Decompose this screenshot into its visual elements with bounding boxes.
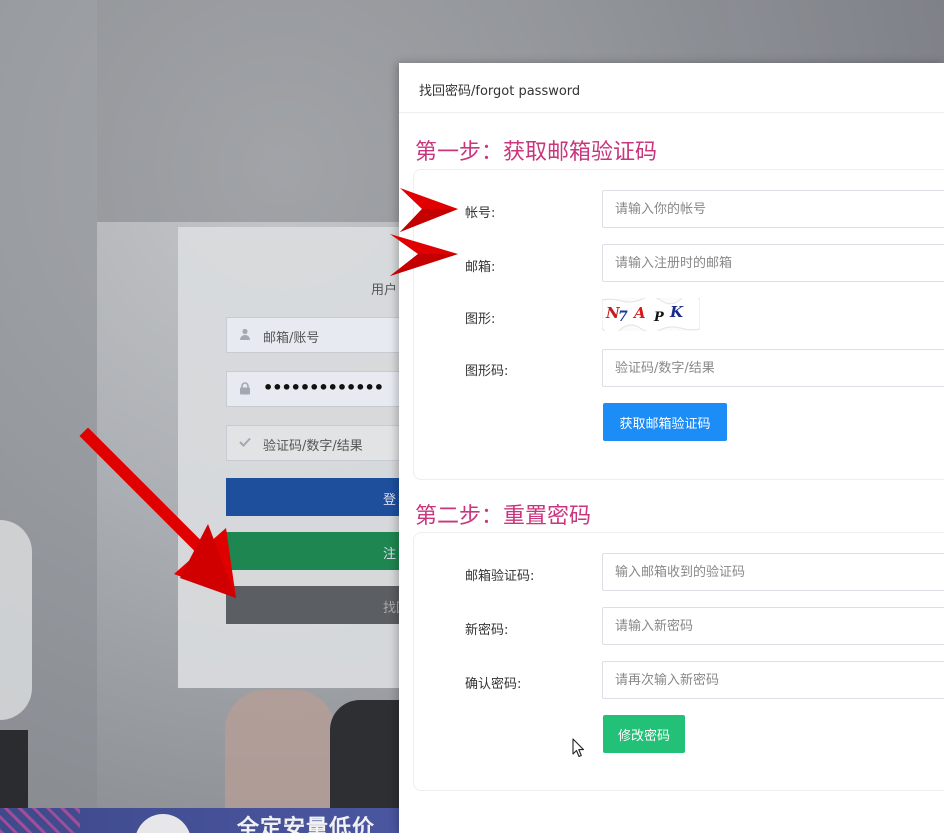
step2-heading: 第二步：重置密码 (415, 504, 592, 529)
email-label: 邮箱: (465, 260, 496, 275)
login-account-placeholder: 邮箱/账号 (263, 331, 320, 346)
login-button-label: 登 (383, 493, 397, 508)
new-password-label: 新密码: (465, 623, 509, 638)
banner-decoration (0, 808, 80, 833)
email-code-input[interactable] (602, 553, 944, 591)
background-figure (0, 730, 28, 808)
background-figure (330, 700, 400, 808)
login-password-value: ••••••••••••• (263, 378, 384, 397)
user-icon (239, 328, 251, 342)
find-password-button[interactable]: 找回 (226, 586, 426, 624)
red-arrow-annotation (79, 428, 236, 598)
modal-title: 找回密码/forgot password (419, 84, 581, 99)
forgot-password-modal: 找回密码/forgot password 第一步：获取邮箱验证码 帐号: 邮箱:… (399, 63, 944, 833)
login-captcha-field[interactable]: 验证码/数字/结果 (226, 425, 426, 461)
step1-heading: 第一步：获取邮箱验证码 (415, 140, 658, 165)
mouse-cursor-icon (572, 738, 585, 758)
captcha-code-input[interactable] (602, 349, 944, 387)
background-figure (0, 520, 32, 720)
svg-text:7: 7 (618, 309, 628, 325)
login-captcha-placeholder: 验证码/数字/结果 (263, 439, 363, 454)
modal-header: 找回密码/forgot password (399, 63, 944, 113)
svg-text:K: K (669, 303, 684, 321)
captcha-image-graphic: N 7 A P K (602, 298, 700, 331)
login-button[interactable]: 登 (226, 478, 426, 516)
register-button[interactable]: 注 (226, 532, 426, 570)
svg-text:A: A (632, 304, 646, 322)
login-password-field[interactable]: ••••••••••••• (226, 371, 426, 407)
confirm-password-label: 确认密码: (465, 677, 522, 692)
email-code-label: 邮箱验证码: (465, 569, 535, 584)
new-password-input[interactable] (602, 607, 944, 645)
login-title: 用户 (371, 283, 398, 298)
account-label: 帐号: (465, 206, 496, 221)
banner-text: 全定安量低价 (237, 816, 376, 833)
ad-banner[interactable]: 全定安量低价 (0, 808, 400, 833)
captcha-image-label: 图形: (465, 312, 496, 327)
email-input[interactable] (602, 244, 944, 282)
account-input[interactable] (602, 190, 944, 228)
red-arrow-annotation (390, 234, 458, 276)
register-button-label: 注 (383, 547, 397, 562)
captcha-code-label: 图形码: (465, 364, 509, 379)
change-password-button[interactable]: 修改密码 (603, 715, 685, 753)
get-email-code-button[interactable]: 获取邮箱验证码 (603, 403, 727, 441)
lock-icon (239, 382, 251, 396)
captcha-image[interactable]: N 7 A P K (602, 298, 700, 331)
login-account-field[interactable]: 邮箱/账号 (226, 317, 426, 353)
confirm-password-input[interactable] (602, 661, 944, 699)
background-figure (225, 690, 335, 808)
svg-text:P: P (653, 310, 665, 325)
banner-avatar (135, 814, 191, 833)
